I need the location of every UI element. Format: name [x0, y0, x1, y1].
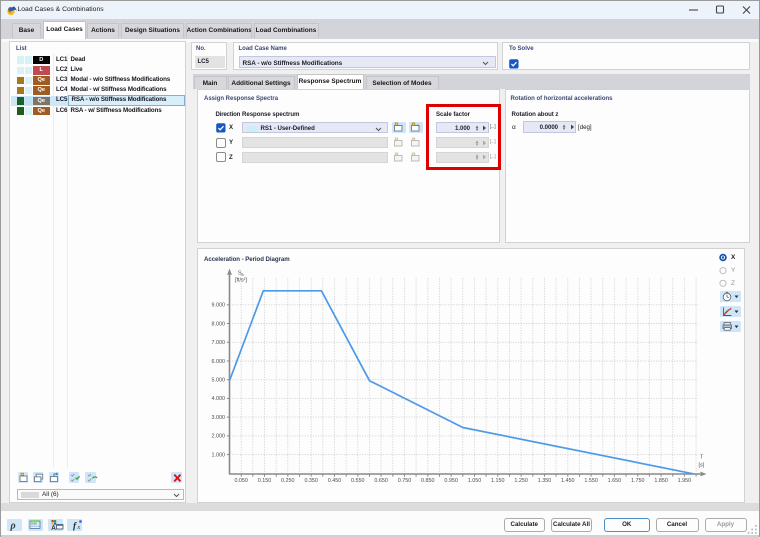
- svg-text:1.150: 1.150: [491, 477, 505, 483]
- svg-text:1.850: 1.850: [654, 477, 668, 483]
- svg-text:5.000: 5.000: [212, 377, 226, 383]
- svg-text:0.450: 0.450: [328, 477, 342, 483]
- svg-text:[s]: [s]: [699, 462, 705, 468]
- svg-text:[ft/s²]: [ft/s²]: [235, 277, 247, 283]
- svg-text:ρ: ρ: [10, 521, 16, 532]
- svg-text:2.000: 2.000: [212, 433, 226, 439]
- svg-text:4.000: 4.000: [212, 396, 226, 402]
- svg-text:0.950: 0.950: [444, 477, 458, 483]
- svg-text:1.550: 1.550: [584, 477, 598, 483]
- svg-text:1.650: 1.650: [608, 477, 622, 483]
- svg-text:a: a: [241, 272, 244, 277]
- svg-text:0.750: 0.750: [398, 477, 412, 483]
- svg-text:1.050: 1.050: [468, 477, 482, 483]
- svg-text:8.000: 8.000: [212, 321, 226, 327]
- svg-text:9.000: 9.000: [212, 302, 226, 308]
- svg-text:T: T: [700, 454, 704, 460]
- svg-text:0.050: 0.050: [234, 477, 248, 483]
- svg-text:0.00: 0.00: [31, 522, 37, 526]
- svg-text:1.750: 1.750: [631, 477, 645, 483]
- svg-text:0.550: 0.550: [351, 477, 365, 483]
- svg-text:1.450: 1.450: [561, 477, 575, 483]
- svg-text:1.000: 1.000: [212, 452, 226, 458]
- svg-text:7.000: 7.000: [212, 340, 226, 346]
- svg-text:f: f: [73, 522, 77, 532]
- svg-text:x: x: [77, 525, 81, 531]
- svg-text:1.950: 1.950: [678, 477, 692, 483]
- svg-text:0.850: 0.850: [421, 477, 435, 483]
- svg-text:0.150: 0.150: [258, 477, 272, 483]
- svg-text:0.350: 0.350: [304, 477, 318, 483]
- svg-text:6.000: 6.000: [212, 358, 226, 364]
- svg-text:3.000: 3.000: [212, 414, 226, 420]
- svg-text:0.250: 0.250: [281, 477, 295, 483]
- svg-text:1.250: 1.250: [514, 477, 528, 483]
- svg-text:1.350: 1.350: [538, 477, 552, 483]
- svg-text:0.650: 0.650: [374, 477, 388, 483]
